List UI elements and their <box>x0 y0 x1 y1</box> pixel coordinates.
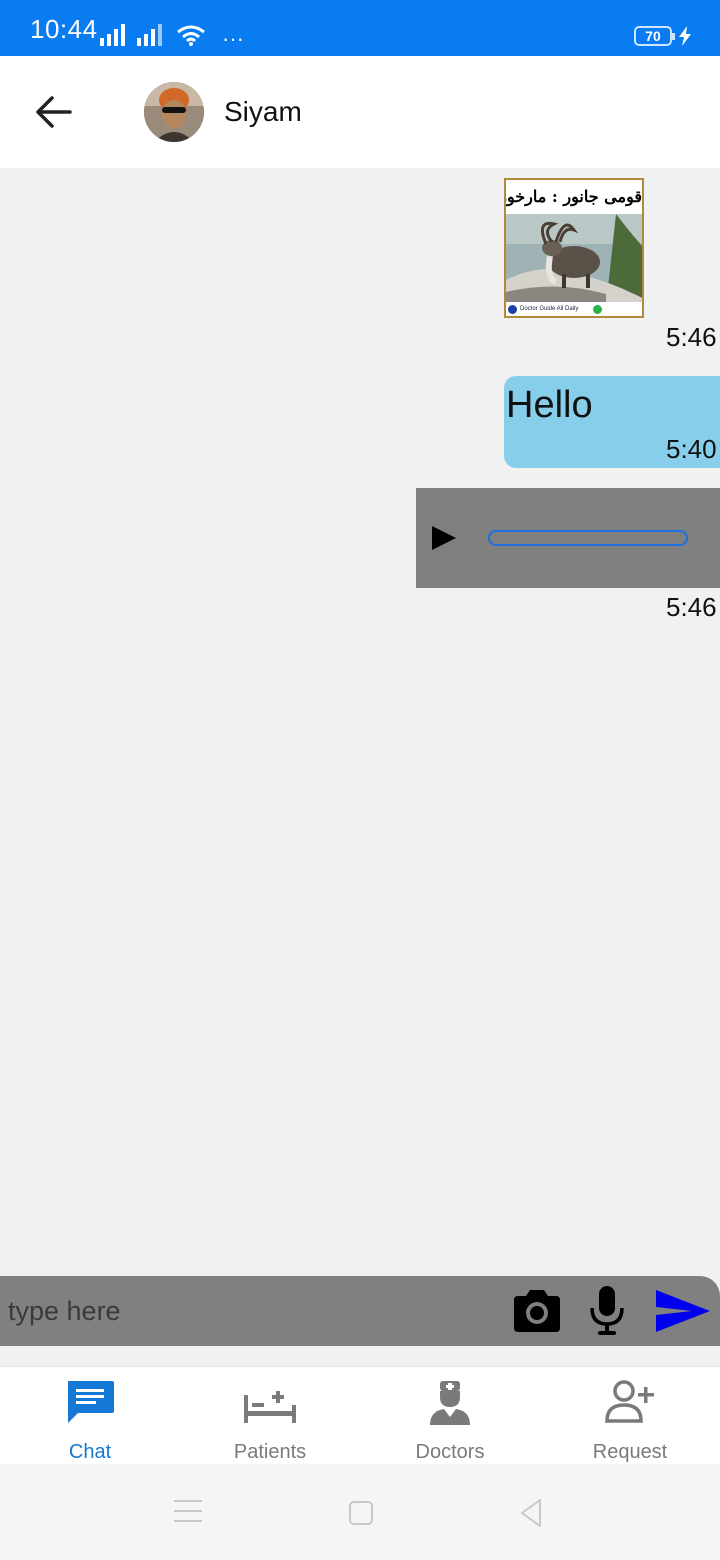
message-list[interactable]: قومی جانور : مارخور Doctor Guide All Dai… <box>0 168 720 1276</box>
doctor-icon <box>430 1381 470 1425</box>
tab-request[interactable]: Request <box>540 1367 720 1465</box>
message-time: 5:46 <box>666 322 717 352</box>
signal-icon <box>100 24 125 46</box>
play-icon[interactable] <box>430 524 458 552</box>
system-navigation-bar <box>0 1464 720 1560</box>
send-icon[interactable] <box>654 1288 712 1334</box>
more-icon: ··· <box>222 26 244 51</box>
image-caption: قومی جانور : مارخور <box>506 180 642 214</box>
chat-icon <box>68 1381 114 1423</box>
status-icons: ··· <box>100 24 244 51</box>
tab-chat[interactable]: Chat <box>0 1367 180 1465</box>
message-time: 5:40 <box>666 434 717 464</box>
add-user-icon <box>605 1380 654 1423</box>
image-footer: Doctor Guide All Daily <box>506 302 642 316</box>
status-bar: 10:44 ··· 70 <box>0 0 720 56</box>
battery-icon: 70 <box>634 26 675 46</box>
whatsapp-icon <box>593 304 603 314</box>
microphone-icon[interactable] <box>588 1284 626 1338</box>
charging-icon <box>679 26 691 46</box>
menu-icon[interactable] <box>174 1498 202 1524</box>
tab-label: Chat <box>68 1441 112 1463</box>
signal-icon <box>137 24 162 46</box>
facebook-icon <box>508 304 517 314</box>
image-footer-text: Doctor Guide All Daily <box>520 306 579 312</box>
text-message-bubble[interactable]: Hello 5:40 <box>504 376 720 468</box>
back-icon[interactable] <box>518 1498 544 1528</box>
chat-header: Siyam <box>0 56 720 168</box>
tab-label: Doctors <box>415 1441 485 1463</box>
status-time: 10:44 <box>30 14 98 44</box>
tab-patients[interactable]: Patients <box>180 1367 360 1465</box>
tab-label: Patients <box>233 1441 307 1463</box>
message-input-bar <box>0 1276 720 1346</box>
audio-message[interactable] <box>416 488 720 588</box>
message-text: Hello <box>506 384 593 426</box>
camera-icon[interactable] <box>510 1288 564 1334</box>
image-message[interactable]: قومی جانور : مارخور Doctor Guide All Dai… <box>504 178 644 318</box>
avatar[interactable] <box>144 82 204 142</box>
home-icon[interactable] <box>348 1500 374 1526</box>
bed-icon <box>244 1391 296 1423</box>
message-time: 5:46 <box>666 592 717 622</box>
tab-label: Request <box>592 1441 668 1463</box>
wifi-icon <box>177 25 205 46</box>
bottom-navigation: Chat Patients Doctors Request <box>0 1366 720 1464</box>
message-input[interactable] <box>0 1276 490 1346</box>
back-arrow-icon[interactable] <box>30 92 74 132</box>
contact-name: Siyam <box>224 96 302 127</box>
audio-progress-bar[interactable] <box>488 530 688 546</box>
tab-doctors[interactable]: Doctors <box>360 1367 540 1465</box>
